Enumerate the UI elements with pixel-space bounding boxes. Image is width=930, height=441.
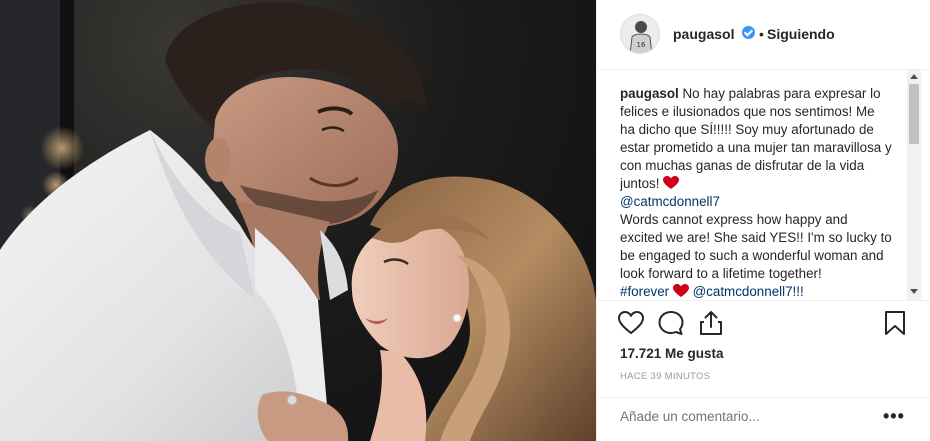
scroll-up-arrow-icon[interactable] (910, 74, 918, 79)
divider (597, 397, 930, 398)
header-username[interactable]: paugasol (673, 26, 734, 42)
caption-scrollbar[interactable] (907, 70, 921, 300)
speech-bubble-icon[interactable] (657, 309, 685, 337)
svg-text:16: 16 (637, 41, 646, 49)
couple-photo-illustration (0, 0, 596, 441)
red-heart-emoji-icon (663, 176, 680, 189)
post-photo[interactable] (0, 0, 596, 441)
post-sidebar: 16 paugasol • Siguiendo paugasol No hay … (596, 0, 930, 441)
bookmark-icon[interactable] (881, 309, 909, 337)
post-header: 16 paugasol • Siguiendo (597, 0, 930, 70)
post-timestamp[interactable]: HACE 39 MINUTOS (620, 371, 710, 382)
caption-text-spanish: No hay palabras para expresar lo felices… (620, 86, 892, 191)
following-button[interactable]: Siguiendo (767, 26, 835, 42)
header-separator: • (759, 26, 764, 42)
divider (597, 300, 930, 301)
instagram-post: 16 paugasol • Siguiendo paugasol No hay … (0, 0, 930, 441)
comment-input[interactable] (620, 409, 860, 424)
scrollbar-thumb[interactable] (909, 84, 919, 144)
scroll-down-arrow-icon[interactable] (910, 289, 918, 294)
like-count[interactable]: 17.721 Me gusta (620, 346, 724, 361)
heart-outline-icon[interactable] (617, 309, 645, 337)
share-icon[interactable] (697, 309, 725, 337)
verified-badge-icon (742, 26, 755, 39)
caption-mention-link[interactable]: @catmcdonnell7 (620, 194, 720, 209)
red-heart-emoji-icon (672, 284, 689, 297)
caption-text-english: Words cannot express how happy and excit… (620, 212, 892, 281)
more-options-icon[interactable]: ••• (883, 406, 905, 427)
avatar[interactable]: 16 (620, 14, 660, 54)
avatar-player-icon: 16 (621, 15, 659, 53)
caption-hashtag-link[interactable]: #forever (620, 284, 669, 299)
caption-username[interactable]: paugasol (620, 86, 679, 101)
post-caption: paugasol No hay palabras para expresar l… (620, 85, 892, 300)
caption-mention-link[interactable]: @catmcdonnell7!!! (693, 284, 804, 299)
